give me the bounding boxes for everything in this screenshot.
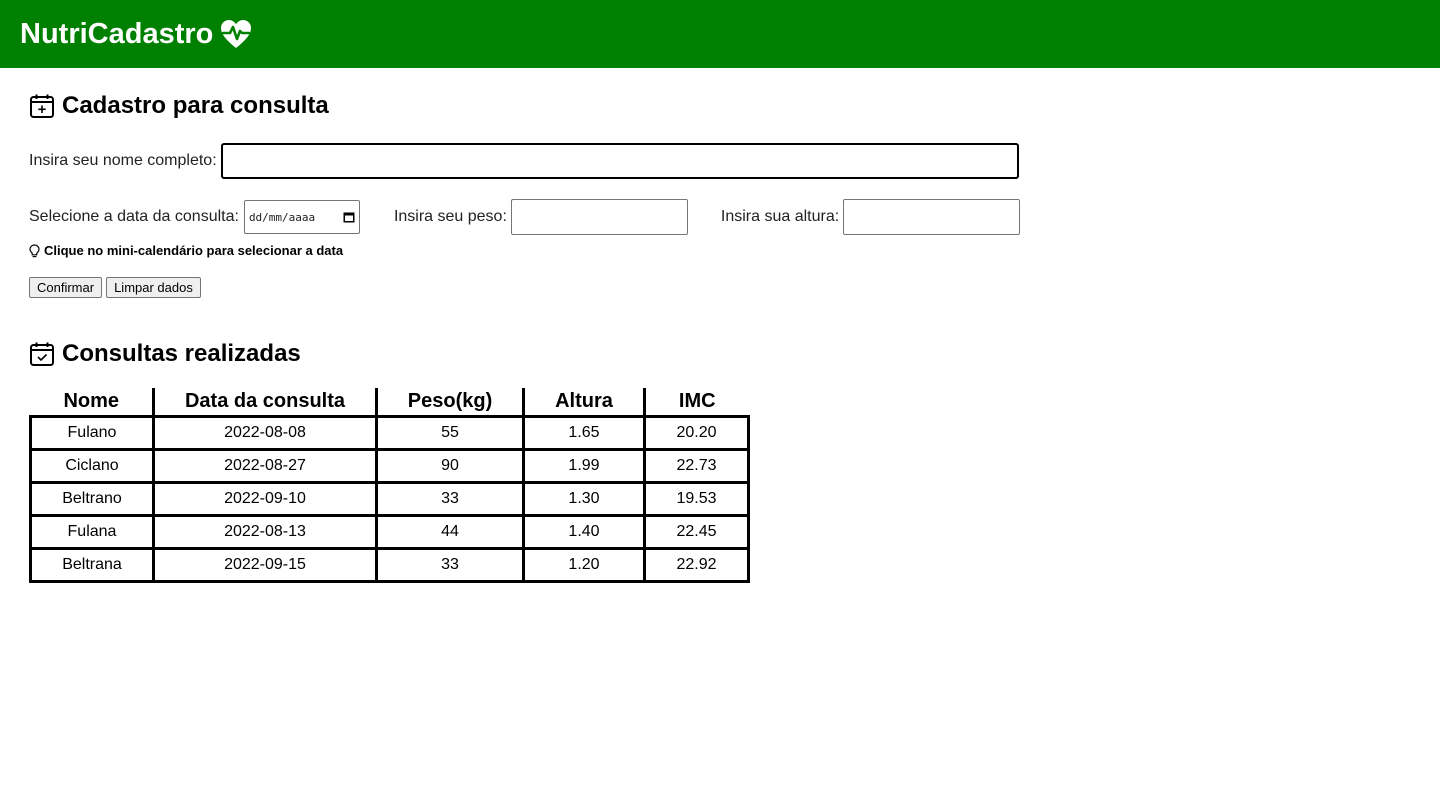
cell-peso: 55 (375, 414, 525, 451)
heart-pulse-icon (221, 20, 252, 48)
cell-nome: Ciclano (29, 447, 155, 484)
cell-data: 2022-08-13 (152, 513, 378, 550)
details-row: Selecione a data da consulta: dd/mm/aaaa… (29, 199, 1411, 235)
cell-altura: 1.40 (522, 513, 646, 550)
name-row: Insira seu nome completo: (29, 143, 1411, 179)
cell-peso: 44 (375, 513, 525, 550)
cell-altura: 1.65 (522, 414, 646, 451)
confirm-button[interactable]: Confirmar (29, 277, 103, 298)
cell-altura: 1.30 (522, 480, 646, 517)
cell-peso: 33 (375, 480, 525, 517)
table-row: Fulana 2022-08-13 44 1.40 22.45 (29, 513, 750, 550)
date-hint: Clique no mini-calendário para seleciona… (29, 243, 1411, 258)
cell-nome: Beltrana (29, 546, 155, 583)
hint-text: Clique no mini-calendário para seleciona… (44, 243, 344, 258)
cell-data: 2022-09-15 (152, 546, 378, 583)
form-heading: Cadastro para consulta (29, 92, 1411, 120)
cell-peso: 33 (375, 546, 525, 583)
cell-imc: 22.45 (643, 513, 750, 550)
cell-data: 2022-09-10 (152, 480, 378, 517)
app-title: NutriCadastro (20, 17, 214, 50)
table-row: Beltrano 2022-09-10 33 1.30 19.53 (29, 480, 750, 517)
cell-imc: 19.53 (643, 480, 750, 517)
cell-peso: 90 (375, 447, 525, 484)
cell-imc: 20.20 (643, 414, 750, 451)
cell-data: 2022-08-27 (152, 447, 378, 484)
height-label: Insira sua altura: (720, 208, 840, 225)
clear-button[interactable]: Limpar dados (106, 277, 201, 298)
cell-altura: 1.99 (522, 447, 646, 484)
column-header-data: Data da consulta (152, 388, 377, 416)
form-buttons: Confirmar Limpar dados (29, 277, 1411, 298)
column-header-altura: Altura (522, 388, 645, 416)
cell-nome: Beltrano (29, 480, 155, 517)
column-header-nome: Nome (63, 389, 120, 412)
date-input[interactable]: dd/mm/aaaa (243, 200, 360, 234)
main-content: Cadastro para consulta Insira seu nome c… (0, 92, 1440, 583)
weight-input[interactable] (510, 199, 688, 235)
cell-nome: Fulana (29, 513, 155, 550)
column-header-imc: IMC (643, 388, 749, 416)
cell-altura: 1.20 (522, 546, 646, 583)
brand: NutriCadastro (20, 18, 252, 51)
calendar-plus-icon (30, 94, 54, 118)
consultations-table: Nome Data da consulta Peso(kg) Altura IM… (29, 388, 750, 583)
name-label: Insira seu nome completo: (29, 152, 217, 169)
table-row: Ciclano 2022-08-27 90 1.99 22.73 (29, 447, 750, 484)
date-placeholder: dd/mm/aaaa (248, 210, 316, 224)
cell-data: 2022-08-08 (152, 414, 378, 451)
height-input[interactable] (843, 199, 1021, 235)
table-header-row: Nome Data da consulta Peso(kg) Altura IM… (31, 388, 749, 416)
column-header-peso: Peso(kg) (375, 388, 524, 416)
cell-imc: 22.73 (643, 447, 750, 484)
cell-imc: 22.92 (643, 546, 750, 583)
date-label: Selecione a data da consulta: (29, 208, 239, 225)
form-heading-text: Cadastro para consulta (62, 92, 329, 119)
consultations-heading: Consultas realizadas (29, 340, 1411, 368)
lightbulb-icon (29, 243, 40, 257)
consultations-heading-text: Consultas realizadas (62, 340, 301, 367)
table-row: Fulano 2022-08-08 55 1.65 20.20 (29, 414, 750, 451)
calendar-icon[interactable] (343, 211, 355, 223)
table-row: Beltrana 2022-09-15 33 1.20 22.92 (29, 546, 750, 583)
weight-label: Insira seu peso: (393, 208, 507, 225)
top-bar: NutriCadastro (0, 0, 1440, 68)
name-input[interactable] (220, 143, 1019, 179)
cell-nome: Fulano (29, 414, 155, 451)
calendar-check-icon (30, 342, 54, 366)
